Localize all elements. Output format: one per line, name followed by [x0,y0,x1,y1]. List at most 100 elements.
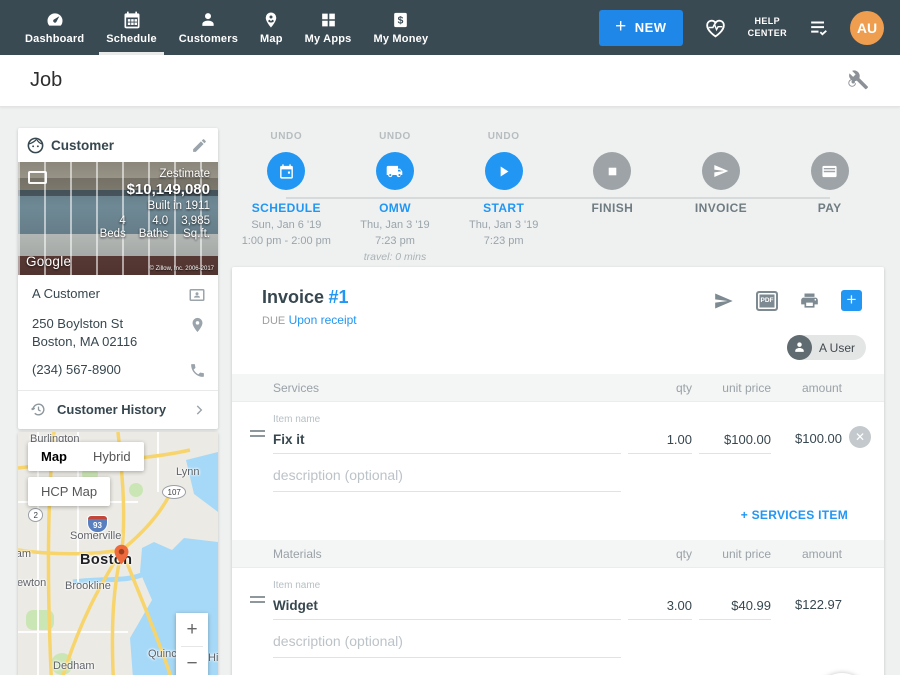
customer-name: A Customer [32,285,188,303]
location-pin-icon[interactable] [189,316,206,334]
heart-pulse-icon [702,15,729,40]
due-value-link[interactable]: Upon receipt [289,313,357,327]
address-line1: 250 Boylston St [32,316,123,331]
user-avatar-icon [787,335,812,360]
schedule-icon [122,10,142,30]
unit-price-input[interactable] [699,429,771,454]
nav-item-schedule[interactable]: Schedule [95,0,168,55]
map-type-map-button[interactable]: Map [28,442,80,471]
user-avatar[interactable]: AU [850,11,884,45]
section-title: Materials [273,547,621,561]
health-status-button[interactable] [702,15,729,40]
timeline-step-start: UNDO START Thu, Jan 3 '19 7:23 pm [449,131,558,265]
nav-item-map[interactable]: Map [249,0,294,55]
timeline-step-invoice: INVOICE [667,131,776,265]
undo-button[interactable]: UNDO [232,131,341,145]
send-icon [713,163,729,179]
credit-card-icon [821,163,838,180]
nav-item-my-apps[interactable]: My Apps [294,0,363,55]
omw-step-button[interactable] [376,152,414,190]
job-settings-icon[interactable] [847,69,870,92]
send-invoice-button[interactable] [712,291,735,311]
nav-item-dashboard[interactable]: Dashboard [14,0,95,55]
assignee-name: A User [819,341,855,355]
zoom-in-icon[interactable]: + [176,613,208,646]
drag-handle-icon[interactable] [250,593,266,606]
remove-icon[interactable]: ✕ [849,426,871,448]
invoice-step-button[interactable] [702,152,740,190]
timeline-step-pay: PAY [775,131,884,265]
undo-button[interactable]: UNDO [449,131,558,145]
edit-pencil-icon[interactable] [191,137,208,154]
nav-item-my-money[interactable]: $ My Money [363,0,440,55]
due-label: DUE [262,315,285,327]
assignee-chip[interactable]: A User [787,335,866,360]
step-dates: Thu, Jan 3 '19 7:23 pm travel: 0 mins [341,218,450,265]
undo-spacer [775,131,884,145]
face-icon [26,136,45,155]
customer-phone-row: (234) 567-8900 [32,361,206,379]
amount-column-header: amount [778,381,842,395]
pay-step-button[interactable] [811,152,849,190]
print-button[interactable] [799,291,820,311]
nav-right: + NEW HELP CENTER AU [599,0,900,55]
customer-history-button[interactable]: Customer History [18,390,218,429]
calendar-icon [278,163,295,180]
stat-value: 4 [100,215,126,227]
start-step-button[interactable] [485,152,523,190]
help-center-line1: HELP [748,16,787,27]
undo-spacer [667,131,776,145]
add-invoice-icon[interactable]: + [841,290,862,311]
help-center-button[interactable]: HELP CENTER [748,16,787,39]
unit-price-column-header: unit price [699,381,771,395]
customer-phone: (234) 567-8900 [32,361,189,379]
street-view-icon[interactable] [28,171,47,184]
contact-card-icon[interactable] [188,286,206,304]
customers-icon [198,10,218,30]
description-input[interactable] [273,464,621,492]
add-services-item-button[interactable]: + SERVICES ITEM [232,492,884,526]
job-location-pin-icon[interactable] [113,544,130,565]
line-amount: $122.97 [778,597,842,620]
item-name-input[interactable] [273,595,621,620]
zestimate-label: Zestimate [100,168,210,180]
step-dates: Thu, Jan 3 '19 7:23 pm [449,218,558,250]
description-input[interactable] [273,630,621,658]
phone-icon[interactable] [189,362,206,379]
new-button[interactable]: + NEW [599,10,682,46]
step-label: OMW [341,201,450,215]
top-nav: Dashboard Schedule Customers Map My Apps… [0,0,900,55]
task-list-button[interactable] [806,17,831,39]
property-stats: 4 4.0 3,985 Beds Baths Sq.ft. [100,215,210,240]
drag-handle-icon[interactable] [250,427,266,440]
qty-input[interactable] [628,429,692,454]
map-type-hybrid-button[interactable]: Hybrid [80,442,144,471]
hcp-map-button[interactable]: HCP Map [28,477,110,506]
zoom-out-icon[interactable]: − [176,647,208,675]
unit-price-column-header: unit price [699,547,771,561]
services-section-header: Services qty unit price amount [232,374,884,402]
unit-price-input[interactable] [699,595,771,620]
invoice-card: Invoice #1 DUE Upon receipt PDF + [232,267,884,675]
item-name-label: Item name [273,580,621,591]
page-header: Job [0,55,900,107]
google-watermark: Google [26,254,71,269]
plus-icon: + [615,17,627,36]
schedule-step-button[interactable] [267,152,305,190]
item-name-input[interactable] [273,429,621,454]
qty-column-header: qty [628,547,692,561]
undo-button[interactable]: UNDO [341,131,450,145]
map-label-waltham: Waltham [18,548,31,560]
qty-input[interactable] [628,595,692,620]
nav-item-label: My Money [374,33,429,45]
add-materials-item-button[interactable]: + MATERIALS ITEM [232,658,884,675]
truck-icon [385,163,404,180]
customer-card-title: Customer [51,138,114,153]
nav-item-customers[interactable]: Customers [168,0,249,55]
finish-step-button[interactable] [593,152,631,190]
stat-value: 3,985 [181,215,210,227]
nav-item-label: Customers [179,33,238,45]
invoice-header: Invoice #1 DUE Upon receipt PDF + [232,287,884,327]
property-photo[interactable]: Zestimate $10,149,080 Built in 1911 4 4.… [18,162,218,275]
pdf-button[interactable]: PDF [756,291,778,311]
